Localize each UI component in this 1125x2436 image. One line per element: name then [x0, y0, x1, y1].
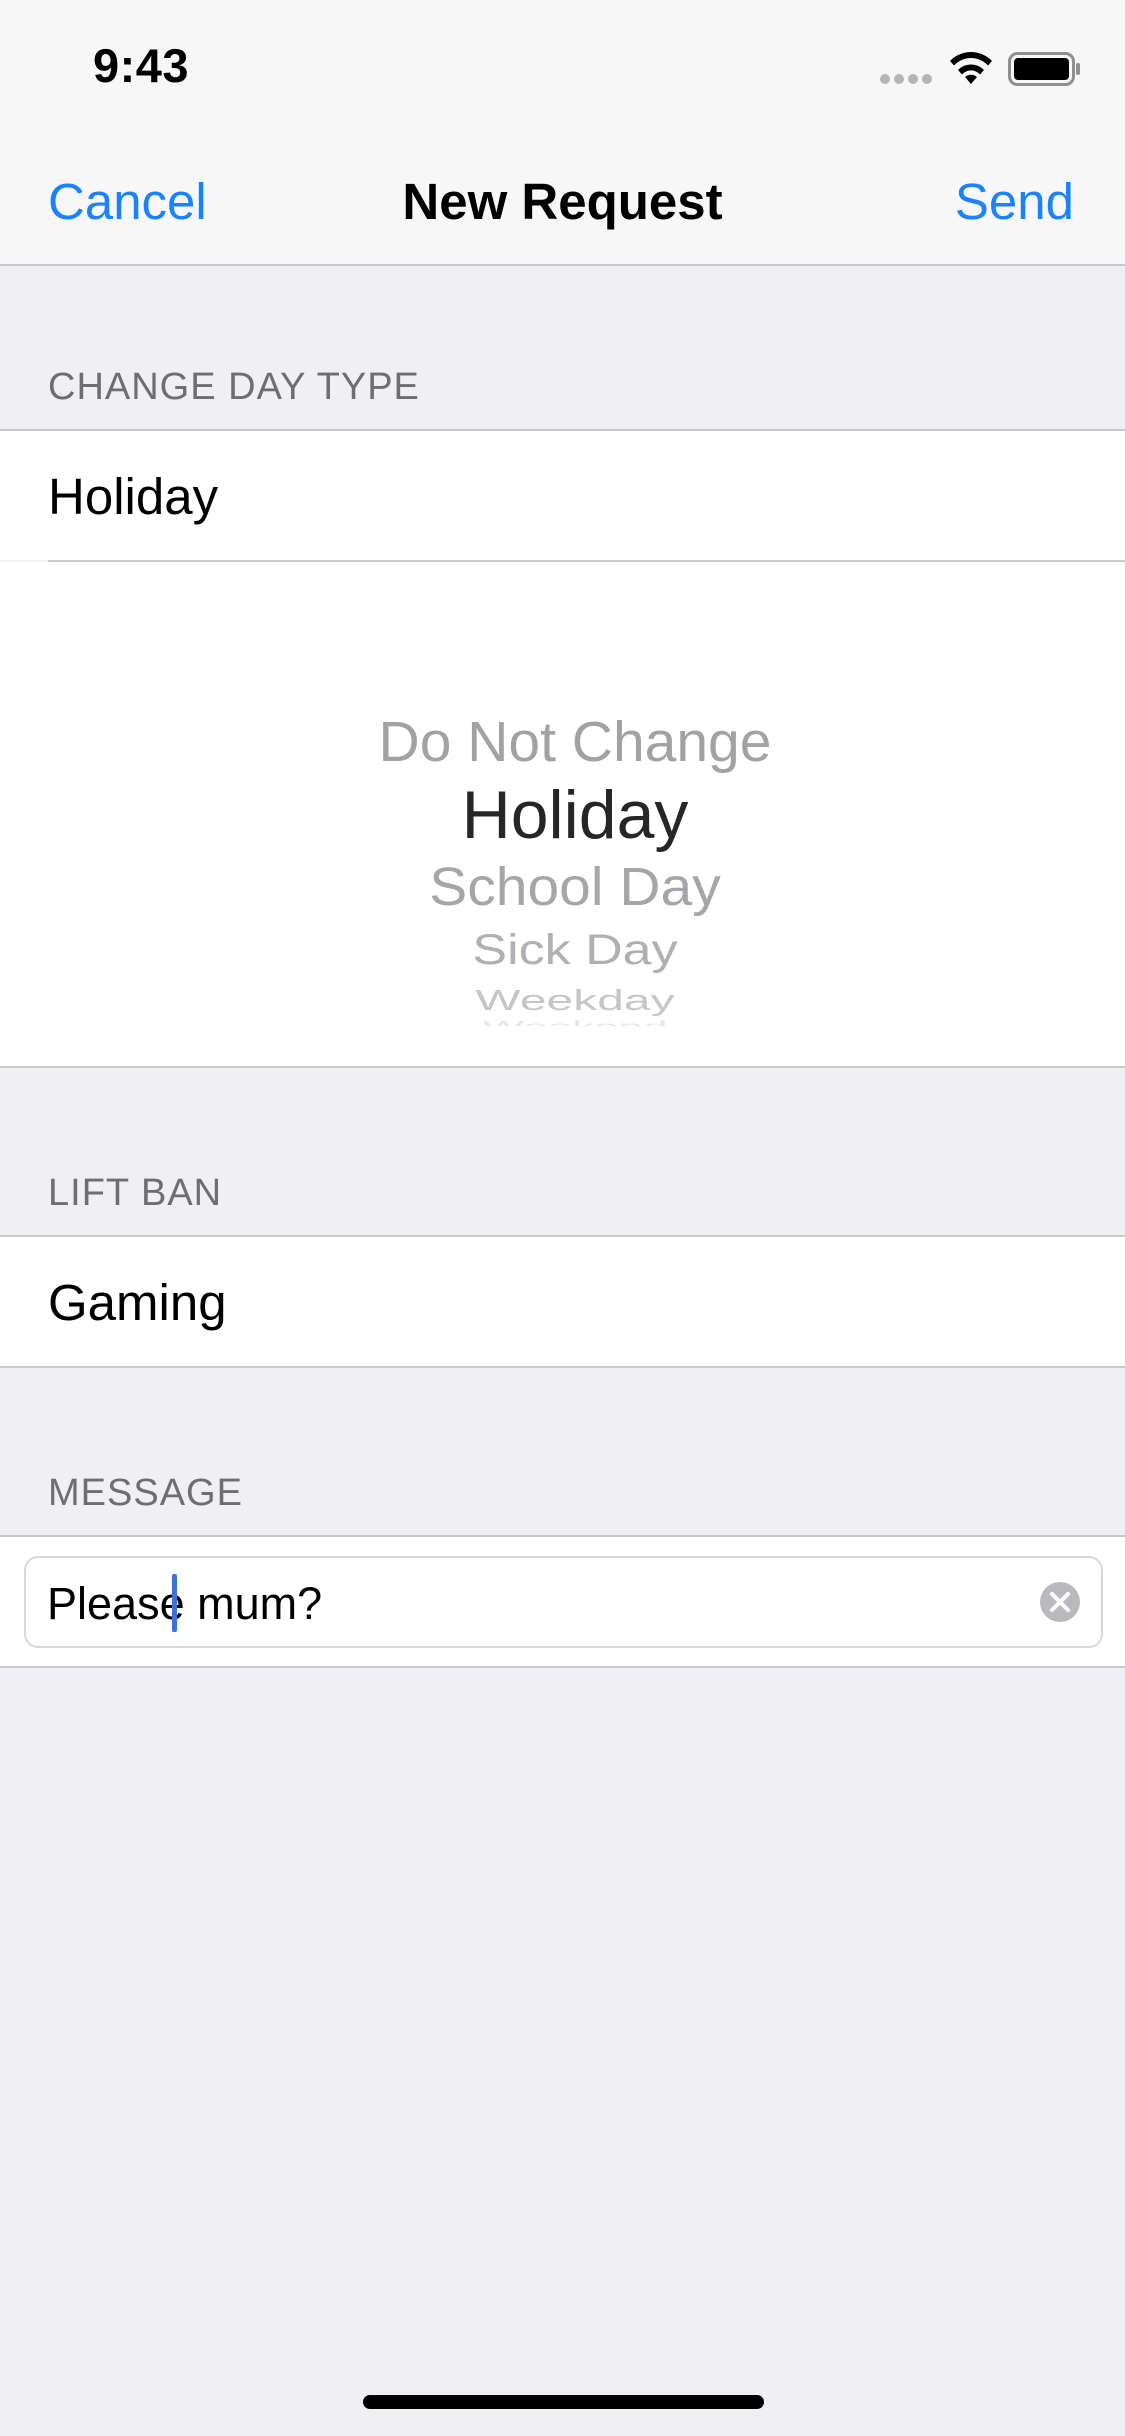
- day-type-picker[interactable]: Do Not Change Holiday School Day Sick Da…: [0, 562, 1125, 1066]
- lift-ban-header: LIFT BAN: [48, 1172, 223, 1214]
- message-header: MESSAGE: [48, 1472, 243, 1514]
- lift-ban-cell[interactable]: Gaming: [0, 1237, 1125, 1366]
- picker-option[interactable]: Weekday: [0, 984, 1125, 1017]
- day-type-value: Holiday: [48, 468, 219, 525]
- status-bar: 9:43: [0, 0, 1125, 132]
- clear-text-icon[interactable]: [1039, 1581, 1081, 1623]
- text-caret: [172, 1574, 177, 1632]
- picker-option[interactable]: Do Not Change: [0, 709, 1125, 775]
- battery-icon: [1008, 52, 1080, 86]
- lift-ban-value: Gaming: [48, 1274, 227, 1331]
- message-input[interactable]: Please mum?: [24, 1556, 1103, 1648]
- divider: [0, 1366, 1125, 1368]
- picker-option[interactable]: Weekend: [0, 1018, 1125, 1026]
- signal-dots-icon: [880, 74, 932, 84]
- home-indicator[interactable]: [363, 2395, 764, 2409]
- message-input-text: Please mum?: [47, 1578, 323, 1629]
- wifi-icon: [950, 52, 992, 84]
- picker-option-selected[interactable]: Holiday: [0, 776, 1125, 854]
- send-button[interactable]: Send: [955, 172, 1074, 231]
- picker-option[interactable]: Sick Day: [0, 925, 1125, 974]
- status-time: 9:43: [93, 39, 190, 92]
- picker-option[interactable]: School Day: [0, 856, 1125, 919]
- change-day-type-header: CHANGE DAY TYPE: [48, 366, 420, 408]
- divider: [0, 1066, 1125, 1068]
- day-type-cell[interactable]: Holiday: [0, 431, 1125, 560]
- navigation-bar: Cancel New Request Send: [0, 132, 1125, 266]
- divider: [0, 1666, 1125, 1668]
